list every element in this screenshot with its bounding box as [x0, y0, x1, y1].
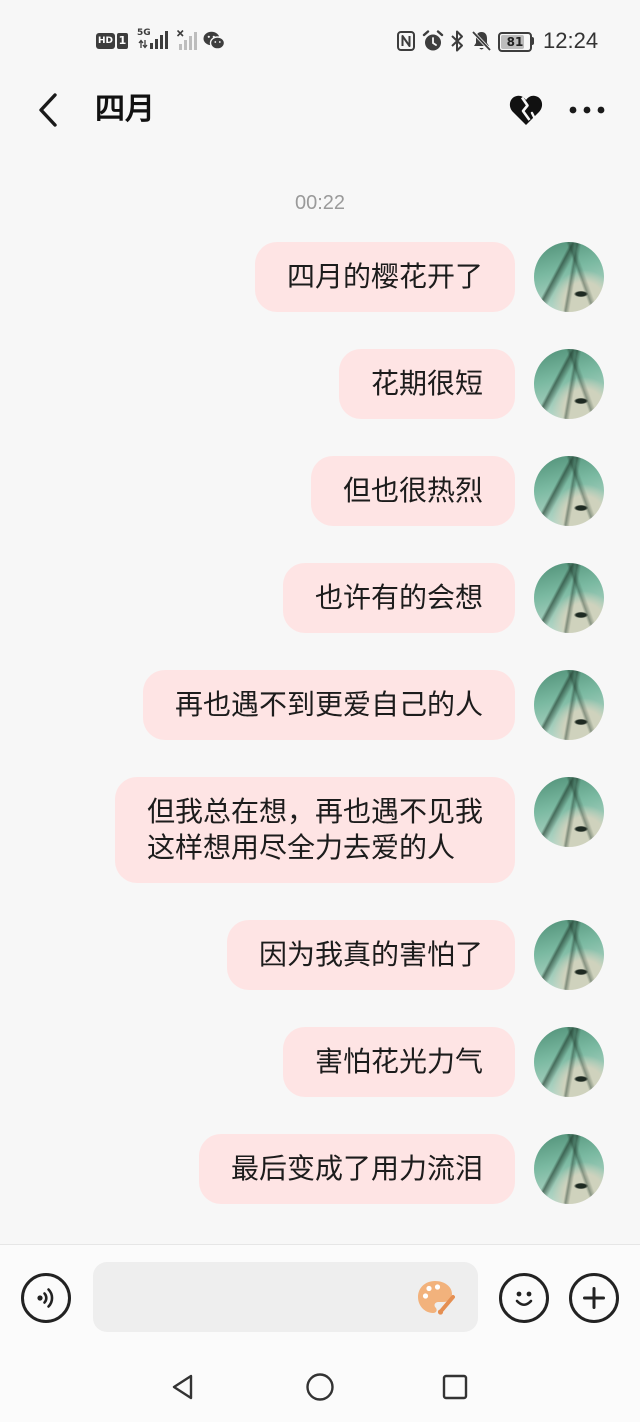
- battery-level: 81: [506, 35, 524, 49]
- message-row: 花期很短: [0, 349, 604, 419]
- message-bubble[interactable]: 但我总在想，再也遇不见我 这样想用尽全力去爱的人: [114, 777, 515, 883]
- plus-icon: [583, 1287, 605, 1309]
- message-row: 害怕花光力气: [0, 1027, 604, 1097]
- message-row: 因为我真的害怕了: [0, 920, 604, 990]
- message-bubble[interactable]: 再也遇不到更爱自己的人: [142, 670, 515, 740]
- message-input[interactable]: [93, 1262, 439, 1332]
- message-bubble[interactable]: 四月的樱花开了: [254, 242, 515, 312]
- voice-button[interactable]: [21, 1273, 71, 1323]
- message-row: 但也很热烈: [0, 456, 604, 526]
- nav-home-icon[interactable]: [305, 1372, 335, 1402]
- message-row: 但我总在想，再也遇不见我 这样想用尽全力去爱的人: [0, 777, 604, 883]
- battery-icon: 81: [498, 32, 532, 52]
- message-bubble[interactable]: 花期很短: [338, 349, 515, 419]
- network-type-label: 5G: [137, 28, 151, 38]
- nav-back-icon[interactable]: [168, 1372, 198, 1402]
- wechat-icon: [203, 31, 225, 50]
- avatar[interactable]: [534, 1027, 604, 1097]
- battery-nub: [531, 37, 534, 45]
- message-bubble[interactable]: 也许有的会想: [282, 563, 515, 633]
- avatar[interactable]: [534, 563, 604, 633]
- message-bubble[interactable]: 害怕花光力气: [282, 1027, 515, 1097]
- message-timestamp: 00:22: [294, 192, 346, 214]
- message-bubble[interactable]: 因为我真的害怕了: [226, 920, 515, 990]
- emoji-button[interactable]: [499, 1273, 549, 1323]
- chat-header: 四月: [0, 80, 640, 140]
- data-activity-icon: [138, 39, 148, 49]
- message-row: 最后变成了用力流泪: [0, 1134, 604, 1204]
- back-button[interactable]: [30, 90, 66, 130]
- message-row: 也许有的会想: [0, 563, 604, 633]
- hd-label: HD: [97, 36, 113, 46]
- heart-icon[interactable]: [508, 92, 544, 128]
- sim-slot-label: 1: [118, 34, 127, 47]
- message-bubble[interactable]: 最后变成了用力流泪: [198, 1134, 515, 1204]
- bluetooth-icon: [451, 30, 463, 52]
- nav-recents-icon[interactable]: [440, 1372, 470, 1402]
- avatar[interactable]: [534, 349, 604, 419]
- avatar[interactable]: [534, 920, 604, 990]
- back-icon: [39, 93, 57, 127]
- palette-icon[interactable]: [415, 1277, 455, 1317]
- status-bar: HD 1 5G 81 12:24: [0, 0, 640, 80]
- avatar[interactable]: [534, 777, 604, 847]
- voice-icon: [37, 1288, 54, 1308]
- signal-no-service-icon: [177, 30, 197, 50]
- avatar[interactable]: [534, 1134, 604, 1204]
- chat-title: 四月: [95, 92, 155, 127]
- system-navigation-bar: [0, 1350, 640, 1422]
- avatar[interactable]: [534, 242, 604, 312]
- signal-5g-icon: [150, 31, 168, 49]
- message-bubble[interactable]: 但也很热烈: [310, 456, 515, 526]
- nfc-icon: [397, 31, 415, 51]
- message-row: 四月的樱花开了: [0, 242, 604, 312]
- clock: 12:24: [543, 28, 599, 53]
- sim-slot-icon: 1: [117, 33, 128, 49]
- add-attachment-button[interactable]: [569, 1273, 619, 1323]
- emoji-icon: [515, 1291, 533, 1307]
- avatar[interactable]: [534, 456, 604, 526]
- message-row: 再也遇不到更爱自己的人: [0, 670, 604, 740]
- mute-icon: [471, 30, 492, 52]
- message-composer: [0, 1244, 640, 1350]
- alarm-icon: [422, 30, 444, 51]
- hd-icon: HD: [96, 33, 115, 49]
- message-input-box[interactable]: [93, 1262, 478, 1332]
- more-icon[interactable]: [567, 100, 607, 120]
- message-list: 四月的樱花开了 花期很短 但也很热烈 也许有的会想 再也遇不到更爱自己的人 但我…: [0, 242, 604, 1241]
- avatar[interactable]: [534, 670, 604, 740]
- chat-screen: HD 1 5G 81 12:24 四月 00:22 四月的樱花开了 花期很短 但…: [0, 0, 640, 1422]
